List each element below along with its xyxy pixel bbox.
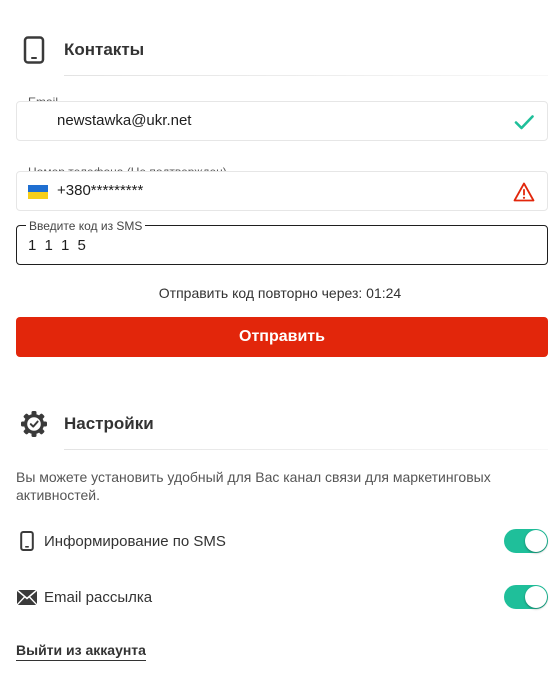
phone-icon (16, 530, 38, 552)
envelope-icon (16, 586, 38, 608)
email-newsletter-label: Email рассылка (44, 588, 153, 606)
sms-code-value: 1 1 1 5 (28, 237, 88, 254)
submit-button[interactable]: Отправить (16, 317, 548, 357)
phone-icon (16, 32, 52, 68)
gear-icon (16, 406, 52, 442)
settings-description: Вы можете установить удобный для Вас кан… (16, 469, 491, 503)
email-newsletter-row: Email рассылка (16, 584, 548, 610)
sms-notifications-label: Информирование по SMS (44, 532, 226, 550)
phone-field[interactable]: +380********* (16, 171, 548, 211)
logout-link[interactable]: Выйти из аккаунта (16, 642, 146, 661)
settings-header: Настройки (16, 402, 548, 450)
sms-code-label: Введите код из SMS (26, 219, 146, 233)
resend-timer-text: Отправить код повторно через: 01:24 (158, 285, 402, 301)
contacts-title: Контакты (64, 40, 145, 59)
section-divider (64, 449, 548, 450)
warning-icon (513, 181, 535, 203)
checkmark-icon (513, 111, 535, 133)
email-field[interactable]: newstawka@ukr.net (16, 101, 548, 141)
settings-title: Настройки (64, 414, 154, 433)
email-value: newstawka@ukr.net (57, 112, 192, 129)
sms-notifications-row: Информирование по SMS (16, 528, 548, 554)
toggle-knob (525, 586, 547, 608)
toggle-knob (525, 530, 547, 552)
contacts-header: Контакты (16, 28, 548, 76)
ukraine-flag-icon (28, 185, 48, 199)
section-divider (64, 75, 548, 76)
email-newsletter-toggle[interactable] (504, 585, 548, 609)
sms-notifications-toggle[interactable] (504, 529, 548, 553)
phone-value: +380********* (57, 182, 144, 199)
